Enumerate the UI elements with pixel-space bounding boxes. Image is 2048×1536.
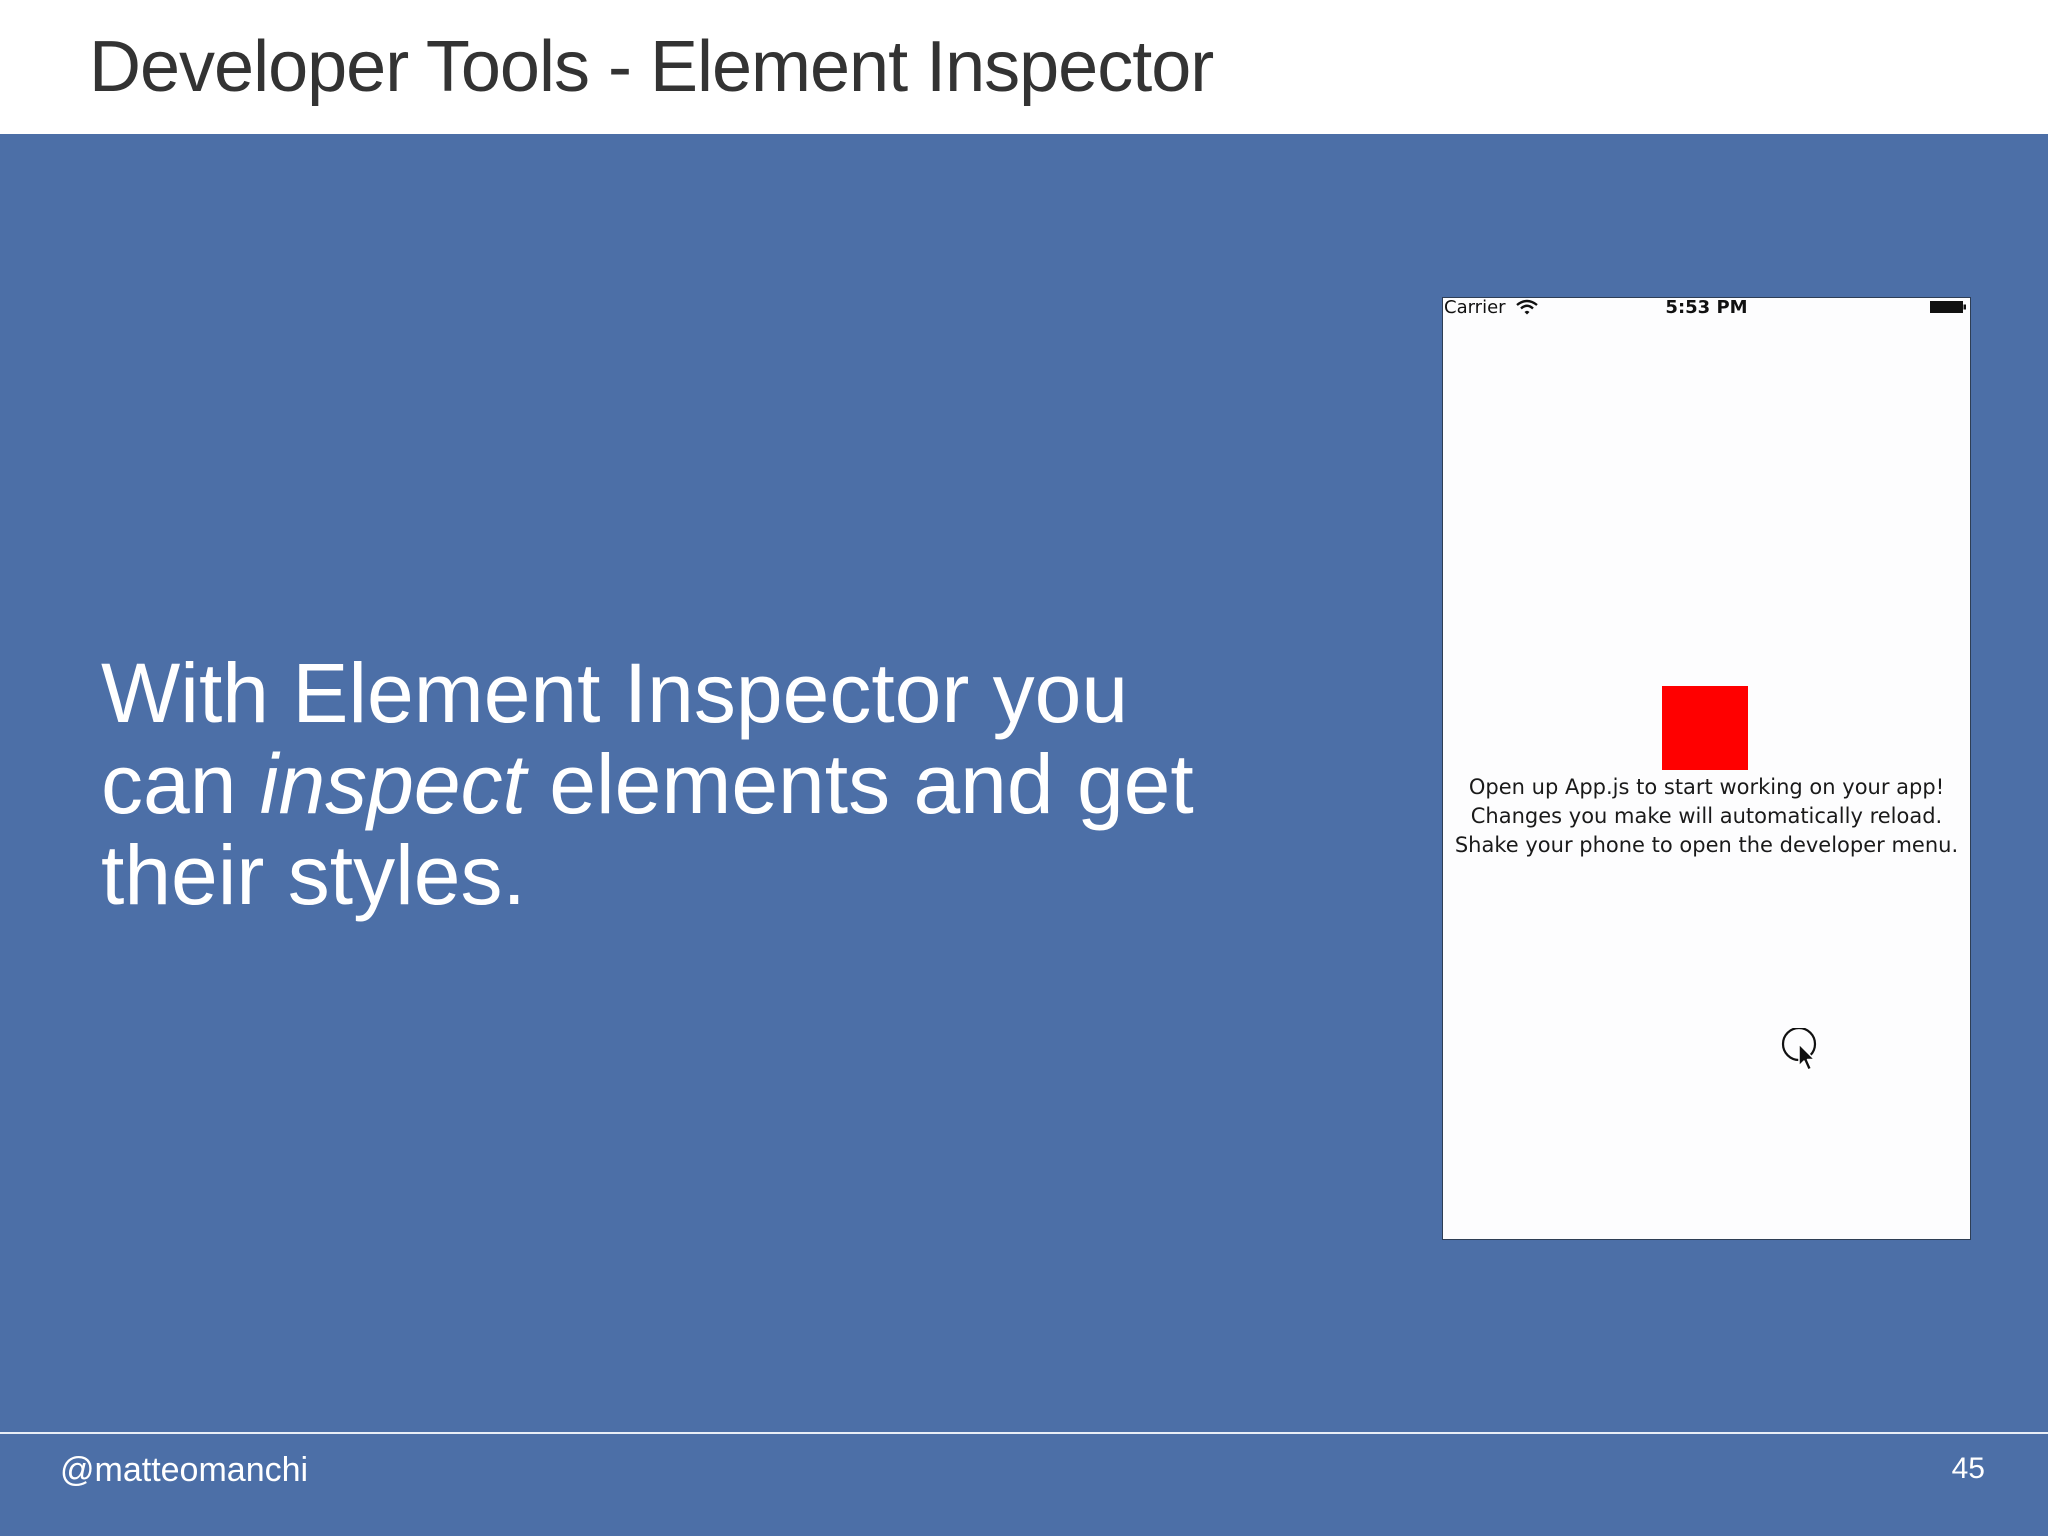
battery-icon	[1930, 301, 1966, 313]
body-line-1: With Element Inspector you	[101, 646, 1129, 740]
body-line-2-start: can	[101, 737, 260, 831]
instruction-line-1: Open up App.js to start working on your …	[1468, 775, 1945, 799]
status-bar: Carrier 5:53 PM	[1443, 298, 1970, 318]
pointer-cursor-icon	[1781, 1028, 1817, 1071]
page-number: 45	[1951, 1452, 1985, 1485]
status-time: 5:53 PM	[1665, 297, 1748, 318]
app-instructions: Open up App.js to start working on your …	[1443, 773, 1970, 860]
footer-divider	[0, 1432, 2048, 1434]
author-handle: @matteomanchi	[60, 1451, 309, 1489]
instruction-line-2: Changes you make will automatically relo…	[1470, 804, 1943, 828]
slide: Developer Tools - Element Inspector With…	[0, 0, 2048, 1536]
body-line-2-end: elements and get	[525, 737, 1194, 831]
body-line-2: can inspect elements and get	[101, 739, 1321, 830]
phone-simulator-screen: Carrier 5:53 PM Open up App.js to start …	[1442, 297, 1971, 1240]
red-square-view[interactable]	[1662, 686, 1748, 770]
slide-body-text: With Element Inspector you can inspect e…	[101, 648, 1321, 921]
slide-title: Developer Tools - Element Inspector	[89, 27, 1214, 107]
slide-header: Developer Tools - Element Inspector	[0, 0, 2048, 134]
instruction-line-3: Shake your phone to open the developer m…	[1454, 833, 1959, 857]
body-emphasis-inspect: inspect	[259, 737, 526, 831]
body-line-3: their styles.	[101, 828, 526, 922]
